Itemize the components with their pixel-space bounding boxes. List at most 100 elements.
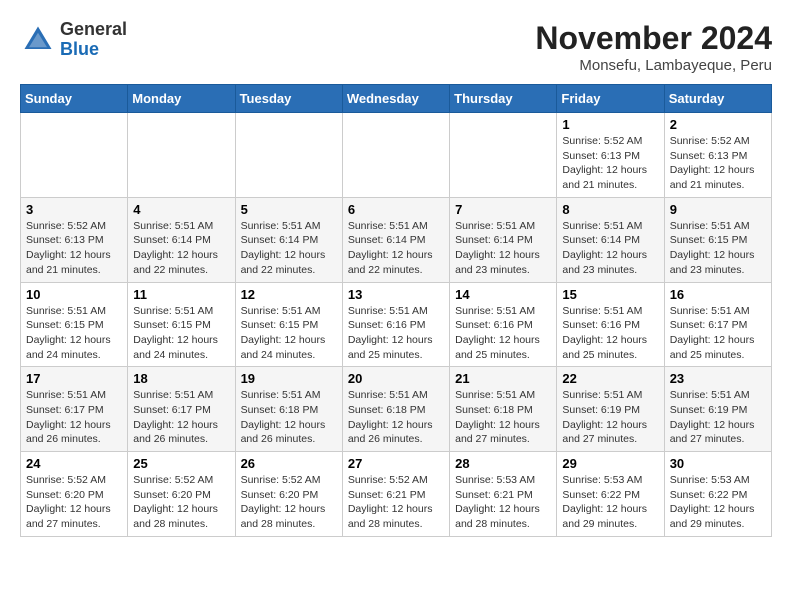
day-number: 6 [348, 202, 444, 217]
column-header-sunday: Sunday [21, 85, 128, 113]
calendar-cell: 12 Sunrise: 5:51 AM Sunset: 6:15 PM Dayli… [235, 282, 342, 367]
day-number: 23 [670, 371, 766, 386]
day-number: 2 [670, 117, 766, 132]
logo-text: General Blue [60, 20, 127, 60]
calendar-cell: 25Sunrise: 5:52 AM Sunset: 6:20 PM Dayli… [128, 452, 235, 537]
calendar-cell: 2 Sunrise: 5:52 AM Sunset: 6:13 PM Daylig… [664, 113, 771, 198]
logo: General Blue [20, 20, 127, 60]
calendar-body: 1Sunrise: 5:52 AM Sunset: 6:13 PM Daylig… [21, 113, 772, 537]
column-header-tuesday: Tuesday [235, 85, 342, 113]
calendar-cell: 19 Sunrise: 5:51 AM Sunset: 6:18 PM Dayli… [235, 367, 342, 452]
day-number: 17 [26, 371, 122, 386]
week-row: 24 Sunrise: 5:52 AM Sunset: 6:20 PM Dayli… [21, 452, 772, 537]
day-number: 29 [562, 456, 658, 471]
column-header-monday: Monday [128, 85, 235, 113]
calendar-cell: 3 Sunrise: 5:52 AM Sunset: 6:13 PM Daylig… [21, 197, 128, 282]
day-number: 20 [348, 371, 444, 386]
day-info: Sunrise: 5:51 AM Sunset: 6:17 PM Dayligh… [670, 304, 766, 363]
day-info: Sunrise: 5:51 AM Sunset: 6:15 PM Dayligh… [241, 304, 337, 363]
day-number: 22 [562, 371, 658, 386]
calendar-cell: 8 Sunrise: 5:51 AM Sunset: 6:14 PM Daylig… [557, 197, 664, 282]
calendar-cell: 30Sunrise: 5:53 AM Sunset: 6:22 PM Dayli… [664, 452, 771, 537]
day-info: Sunrise: 5:52 AM Sunset: 6:20 PM Dayligh… [241, 473, 337, 532]
day-number: 24 [26, 456, 122, 471]
page-header: General Blue November 2024 Monsefu, Lamb… [20, 20, 772, 74]
day-number: 3 [26, 202, 122, 217]
logo-general: General [60, 20, 127, 40]
day-number: 12 [241, 287, 337, 302]
logo-blue: Blue [60, 40, 127, 60]
day-info: Sunrise: 5:52 AM Sunset: 6:21 PM Dayligh… [348, 473, 444, 532]
day-number: 30 [670, 456, 766, 471]
day-info: Sunrise: 5:51 AM Sunset: 6:15 PM Dayligh… [26, 304, 122, 363]
day-number: 4 [133, 202, 229, 217]
day-number: 19 [241, 371, 337, 386]
calendar-cell: 17 Sunrise: 5:51 AM Sunset: 6:17 PM Dayli… [21, 367, 128, 452]
header-row: SundayMondayTuesdayWednesdayThursdayFrid… [21, 85, 772, 113]
day-info: Sunrise: 5:53 AM Sunset: 6:22 PM Dayligh… [562, 473, 658, 532]
day-info: Sunrise: 5:51 AM Sunset: 6:14 PM Dayligh… [348, 219, 444, 278]
calendar-cell: 6 Sunrise: 5:51 AM Sunset: 6:14 PM Daylig… [342, 197, 449, 282]
day-number: 13 [348, 287, 444, 302]
calendar-cell: 26 Sunrise: 5:52 AM Sunset: 6:20 PM Dayli… [235, 452, 342, 537]
day-info: Sunrise: 5:51 AM Sunset: 6:18 PM Dayligh… [241, 388, 337, 447]
day-number: 15 [562, 287, 658, 302]
day-info: Sunrise: 5:51 AM Sunset: 6:15 PM Dayligh… [670, 219, 766, 278]
calendar-cell: 14Sunrise: 5:51 AM Sunset: 6:16 PM Dayli… [450, 282, 557, 367]
calendar-cell [21, 113, 128, 198]
day-info: Sunrise: 5:51 AM Sunset: 6:14 PM Dayligh… [455, 219, 551, 278]
calendar-cell: 15Sunrise: 5:51 AM Sunset: 6:16 PM Dayli… [557, 282, 664, 367]
day-info: Sunrise: 5:51 AM Sunset: 6:16 PM Dayligh… [455, 304, 551, 363]
day-info: Sunrise: 5:51 AM Sunset: 6:14 PM Dayligh… [562, 219, 658, 278]
day-info: Sunrise: 5:52 AM Sunset: 6:13 PM Dayligh… [26, 219, 122, 278]
calendar-cell: 18Sunrise: 5:51 AM Sunset: 6:17 PM Dayli… [128, 367, 235, 452]
calendar-cell: 23 Sunrise: 5:51 AM Sunset: 6:19 PM Dayli… [664, 367, 771, 452]
day-info: Sunrise: 5:51 AM Sunset: 6:18 PM Dayligh… [348, 388, 444, 447]
calendar-cell: 5Sunrise: 5:51 AM Sunset: 6:14 PM Daylig… [235, 197, 342, 282]
calendar-cell: 22 Sunrise: 5:51 AM Sunset: 6:19 PM Dayli… [557, 367, 664, 452]
day-info: Sunrise: 5:51 AM Sunset: 6:14 PM Dayligh… [133, 219, 229, 278]
location-subtitle: Monsefu, Lambayeque, Peru [535, 57, 772, 74]
day-number: 7 [455, 202, 551, 217]
calendar-cell [450, 113, 557, 198]
title-block: November 2024 Monsefu, Lambayeque, Peru [535, 20, 772, 74]
day-number: 27 [348, 456, 444, 471]
week-row: 10 Sunrise: 5:51 AM Sunset: 6:15 PM Dayli… [21, 282, 772, 367]
calendar-cell: 11Sunrise: 5:51 AM Sunset: 6:15 PM Dayli… [128, 282, 235, 367]
day-number: 5 [241, 202, 337, 217]
day-number: 21 [455, 371, 551, 386]
day-number: 10 [26, 287, 122, 302]
calendar-cell: 29 Sunrise: 5:53 AM Sunset: 6:22 PM Dayli… [557, 452, 664, 537]
calendar-cell: 10 Sunrise: 5:51 AM Sunset: 6:15 PM Dayli… [21, 282, 128, 367]
day-number: 11 [133, 287, 229, 302]
day-number: 9 [670, 202, 766, 217]
calendar-cell [235, 113, 342, 198]
calendar-cell: 1Sunrise: 5:52 AM Sunset: 6:13 PM Daylig… [557, 113, 664, 198]
calendar-cell: 13 Sunrise: 5:51 AM Sunset: 6:16 PM Dayli… [342, 282, 449, 367]
day-number: 8 [562, 202, 658, 217]
calendar-cell: 7 Sunrise: 5:51 AM Sunset: 6:14 PM Daylig… [450, 197, 557, 282]
calendar-cell: 4 Sunrise: 5:51 AM Sunset: 6:14 PM Daylig… [128, 197, 235, 282]
day-number: 26 [241, 456, 337, 471]
calendar-cell: 20 Sunrise: 5:51 AM Sunset: 6:18 PM Dayli… [342, 367, 449, 452]
week-row: 1Sunrise: 5:52 AM Sunset: 6:13 PM Daylig… [21, 113, 772, 198]
day-number: 16 [670, 287, 766, 302]
day-info: Sunrise: 5:51 AM Sunset: 6:17 PM Dayligh… [26, 388, 122, 447]
day-info: Sunrise: 5:51 AM Sunset: 6:19 PM Dayligh… [670, 388, 766, 447]
day-number: 18 [133, 371, 229, 386]
column-header-wednesday: Wednesday [342, 85, 449, 113]
calendar-cell: 16 Sunrise: 5:51 AM Sunset: 6:17 PM Dayli… [664, 282, 771, 367]
calendar-cell: 21Sunrise: 5:51 AM Sunset: 6:18 PM Dayli… [450, 367, 557, 452]
logo-icon [20, 22, 56, 58]
day-number: 25 [133, 456, 229, 471]
calendar-cell: 27 Sunrise: 5:52 AM Sunset: 6:21 PM Dayli… [342, 452, 449, 537]
calendar-cell: 9 Sunrise: 5:51 AM Sunset: 6:15 PM Daylig… [664, 197, 771, 282]
day-info: Sunrise: 5:52 AM Sunset: 6:13 PM Dayligh… [670, 134, 766, 193]
day-info: Sunrise: 5:51 AM Sunset: 6:19 PM Dayligh… [562, 388, 658, 447]
column-header-thursday: Thursday [450, 85, 557, 113]
column-header-friday: Friday [557, 85, 664, 113]
calendar-cell [342, 113, 449, 198]
day-info: Sunrise: 5:51 AM Sunset: 6:16 PM Dayligh… [348, 304, 444, 363]
calendar-table: SundayMondayTuesdayWednesdayThursdayFrid… [20, 84, 772, 537]
week-row: 3 Sunrise: 5:52 AM Sunset: 6:13 PM Daylig… [21, 197, 772, 282]
